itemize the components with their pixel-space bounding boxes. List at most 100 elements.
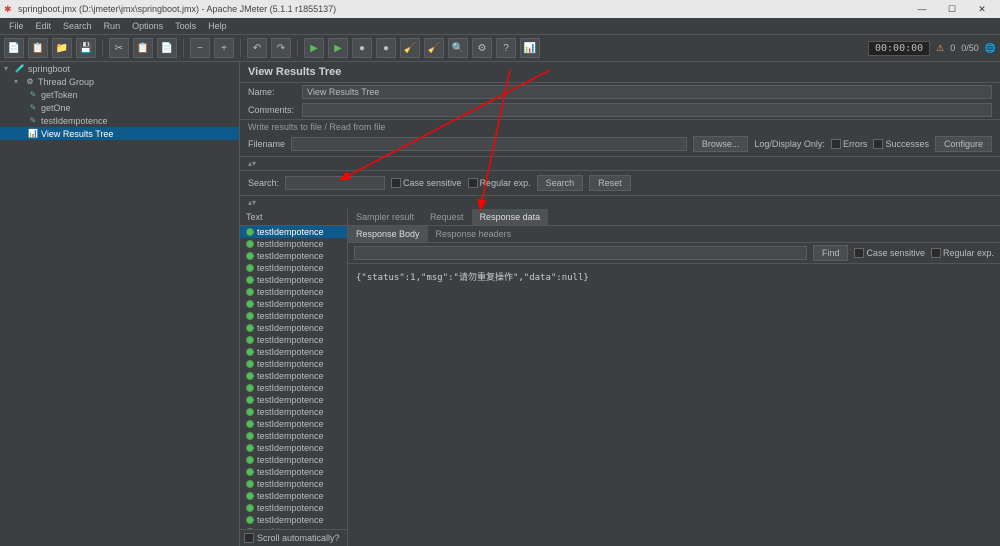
result-item[interactable]: testIdempotence xyxy=(240,250,347,262)
result-item[interactable]: testIdempotence xyxy=(240,490,347,502)
result-item-label: testIdempotence xyxy=(257,263,324,273)
filename-input[interactable] xyxy=(291,137,687,151)
open-icon[interactable]: 📁 xyxy=(52,38,72,58)
result-item[interactable]: testIdempotence xyxy=(240,286,347,298)
minus-icon[interactable]: − xyxy=(190,38,210,58)
result-item[interactable]: testIdempotence xyxy=(240,298,347,310)
report-icon[interactable]: 📊 xyxy=(520,38,540,58)
minimize-button[interactable]: — xyxy=(908,2,936,16)
case-sensitive-checkbox[interactable]: Case sensitive xyxy=(391,178,462,188)
function-icon[interactable]: ⚙ xyxy=(472,38,492,58)
menu-run[interactable]: Run xyxy=(99,20,126,32)
regex-checkbox[interactable]: Regular exp. xyxy=(468,178,531,188)
templates-icon[interactable]: 📋 xyxy=(28,38,48,58)
result-item[interactable]: testIdempotence xyxy=(240,382,347,394)
result-item-label: testIdempotence xyxy=(257,311,324,321)
result-item[interactable]: testIdempotence xyxy=(240,226,347,238)
result-item[interactable]: testIdempotence xyxy=(240,430,347,442)
tree-item-view-results-tree[interactable]: 📊 View Results Tree xyxy=(0,127,239,140)
reset-button[interactable]: Reset xyxy=(589,175,631,191)
result-item[interactable]: testIdempotence xyxy=(240,514,347,526)
result-item[interactable]: testIdempotence xyxy=(240,502,347,514)
new-icon[interactable]: 📄 xyxy=(4,38,24,58)
result-item[interactable]: testIdempotence xyxy=(240,322,347,334)
stop-icon[interactable]: ● xyxy=(352,38,372,58)
comments-input[interactable] xyxy=(302,103,992,117)
success-icon xyxy=(246,408,254,416)
menu-tools[interactable]: Tools xyxy=(170,20,201,32)
success-icon xyxy=(246,360,254,368)
tree-item-gettoken[interactable]: ✎ getToken xyxy=(0,88,239,101)
success-icon xyxy=(246,492,254,500)
tab-sampler-result[interactable]: Sampler result xyxy=(348,209,422,225)
logdisplay-label: Log/Display Only: xyxy=(754,139,825,149)
collapse-icon[interactable]: ▾ xyxy=(4,64,12,73)
result-item[interactable]: testIdempotence xyxy=(240,358,347,370)
tab-response-data[interactable]: Response data xyxy=(472,209,549,225)
shutdown-icon[interactable]: ● xyxy=(376,38,396,58)
search-button[interactable]: Search xyxy=(537,175,584,191)
resp-regex-checkbox[interactable]: Regular exp. xyxy=(931,248,994,258)
subtab-response-headers[interactable]: Response headers xyxy=(428,226,520,242)
search-input[interactable] xyxy=(285,176,385,190)
response-toolbar: Find Case sensitive Regular exp. xyxy=(348,243,1000,264)
response-body[interactable]: {"status":1,"msg":"请勿重复操作","data":null} xyxy=(348,264,1000,546)
copy-icon[interactable]: 📋 xyxy=(133,38,153,58)
result-item[interactable]: testIdempotence xyxy=(240,454,347,466)
paste-icon[interactable]: 📄 xyxy=(157,38,177,58)
tab-request[interactable]: Request xyxy=(422,209,472,225)
undo-icon[interactable]: ↶ xyxy=(247,38,267,58)
tree-root[interactable]: ▾ 🧪 springboot xyxy=(0,62,239,75)
close-button[interactable]: ✕ xyxy=(968,2,996,16)
result-header[interactable]: Text xyxy=(240,209,347,226)
result-item[interactable]: testIdempotence xyxy=(240,346,347,358)
result-item[interactable]: testIdempotence xyxy=(240,262,347,274)
cut-icon[interactable]: ✂ xyxy=(109,38,129,58)
save-icon[interactable]: 💾 xyxy=(76,38,96,58)
result-item[interactable]: testIdempotence xyxy=(240,370,347,382)
result-item[interactable]: testIdempotence xyxy=(240,442,347,454)
clear-all-icon[interactable]: 🧹 xyxy=(424,38,444,58)
result-item[interactable]: testIdempotence xyxy=(240,406,347,418)
result-item[interactable]: testIdempotence xyxy=(240,394,347,406)
response-search-input[interactable] xyxy=(354,246,807,260)
result-item[interactable]: testIdempotence xyxy=(240,418,347,430)
result-item-label: testIdempotence xyxy=(257,275,324,285)
menu-edit[interactable]: Edit xyxy=(31,20,57,32)
tree-thread-group[interactable]: ▾ ⚙ Thread Group xyxy=(0,75,239,88)
result-item[interactable]: testIdempotence xyxy=(240,310,347,322)
result-item[interactable]: testIdempotence xyxy=(240,238,347,250)
menu-help[interactable]: Help xyxy=(203,20,232,32)
browse-button[interactable]: Browse... xyxy=(693,136,749,152)
result-item[interactable]: testIdempotence xyxy=(240,478,347,490)
start-no-pause-icon[interactable]: ▶ xyxy=(328,38,348,58)
result-item-label: testIdempotence xyxy=(257,287,324,297)
start-icon[interactable]: ▶ xyxy=(304,38,324,58)
find-button[interactable]: Find xyxy=(813,245,849,261)
collapse-icon[interactable]: ▾ xyxy=(14,77,22,86)
clear-icon[interactable]: 🧹 xyxy=(400,38,420,58)
tree-item-testidempotence[interactable]: ✎ testIdempotence xyxy=(0,114,239,127)
resp-case-checkbox[interactable]: Case sensitive xyxy=(854,248,925,258)
maximize-button[interactable]: ☐ xyxy=(938,2,966,16)
plus-icon[interactable]: + xyxy=(214,38,234,58)
result-item[interactable]: testIdempotence xyxy=(240,274,347,286)
successes-checkbox[interactable]: Successes xyxy=(873,139,929,149)
timer: 00:00:00 xyxy=(868,41,930,56)
menu-file[interactable]: File xyxy=(4,20,29,32)
menu-search[interactable]: Search xyxy=(58,20,97,32)
redo-icon[interactable]: ↷ xyxy=(271,38,291,58)
scroll-auto-checkbox[interactable]: Scroll automatically? xyxy=(240,529,347,546)
help-icon[interactable]: ? xyxy=(496,38,516,58)
result-item[interactable]: testIdempotence xyxy=(240,466,347,478)
search-icon[interactable]: 🔍 xyxy=(448,38,468,58)
configure-button[interactable]: Configure xyxy=(935,136,992,152)
success-icon xyxy=(246,468,254,476)
errors-checkbox[interactable]: Errors xyxy=(831,139,868,149)
name-input[interactable] xyxy=(302,85,992,99)
tree-item-getone[interactable]: ✎ getOne xyxy=(0,101,239,114)
result-item[interactable]: testIdempotence xyxy=(240,334,347,346)
result-list[interactable]: testIdempotencetestIdempotencetestIdempo… xyxy=(240,226,347,529)
menu-options[interactable]: Options xyxy=(127,20,168,32)
subtab-response-body[interactable]: Response Body xyxy=(348,226,428,242)
